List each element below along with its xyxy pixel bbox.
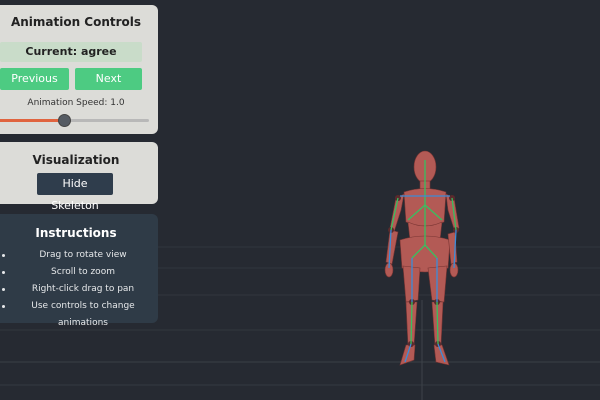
- visualization-title: Visualization: [32, 153, 120, 167]
- bullet-icon: [2, 271, 5, 274]
- animation-controls-panel: Animation Controls Current: agree Previo…: [0, 5, 158, 134]
- hide-skeleton-button[interactable]: Hide Skeleton: [37, 173, 113, 212]
- instructions-panel: Instructions Drag to rotate view Scroll …: [0, 214, 158, 328]
- instruction-text: Drag to rotate view: [39, 250, 127, 260]
- slider-thumb[interactable]: [57, 114, 71, 127]
- list-item: Scroll to zoom: [0, 264, 158, 281]
- instructions-list: Drag to rotate view Scroll to zoom Right…: [0, 247, 158, 328]
- animation-speed-label: Animation Speed: 1.0: [27, 98, 125, 108]
- current-animation-label: Current: agree: [0, 42, 142, 62]
- instruction-text: Scroll to zoom: [51, 267, 115, 277]
- bullet-icon: [2, 288, 5, 291]
- bullet-icon: [2, 254, 5, 257]
- list-item: Use controls to change animations: [0, 298, 158, 328]
- bullet-icon: [2, 305, 5, 308]
- instruction-text: Right-click drag to pan: [31, 284, 135, 294]
- list-item: Right-click drag to pan: [0, 281, 158, 298]
- animation-controls-title: Animation Controls: [10, 15, 142, 29]
- instructions-title: Instructions: [35, 226, 117, 240]
- list-item: Drag to rotate view: [0, 247, 158, 264]
- previous-button[interactable]: Previous: [0, 68, 69, 90]
- next-button[interactable]: Next: [75, 68, 142, 90]
- animation-speed-slider[interactable]: [0, 114, 149, 127]
- slider-fill: [0, 119, 64, 122]
